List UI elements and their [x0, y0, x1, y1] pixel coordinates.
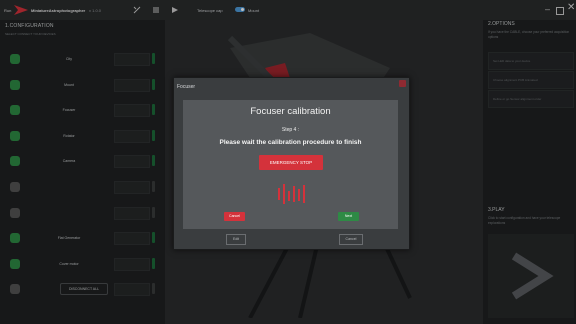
- calibration-heading: Focuser calibration: [250, 106, 331, 117]
- next-button[interactable]: Next: [338, 212, 359, 221]
- step-indicator: Step 4 :: [281, 127, 300, 133]
- dialog-cancel-button[interactable]: Cancel: [339, 234, 363, 245]
- edit-button[interactable]: Edit: [226, 234, 246, 245]
- loading-bars-icon: [278, 184, 305, 204]
- wait-message: Please wait the calibration procedure to…: [219, 139, 362, 146]
- cancel-button[interactable]: Cancel: [224, 212, 245, 221]
- dialog-close-icon[interactable]: [399, 80, 406, 87]
- emergency-stop-button[interactable]: EMERGENCY STOP: [259, 155, 323, 170]
- dialog-title: Focuser: [177, 84, 196, 90]
